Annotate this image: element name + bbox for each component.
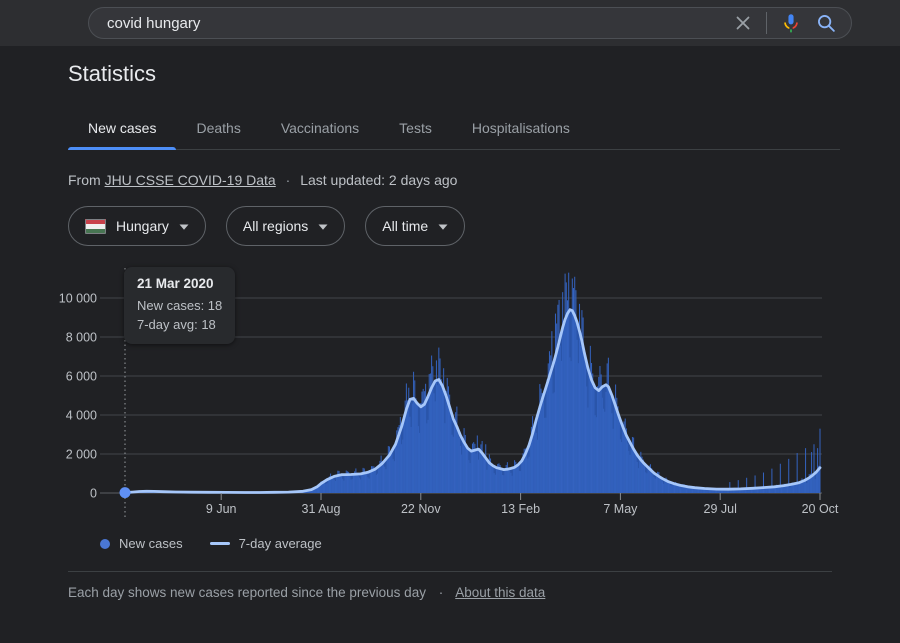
- chevron-down-icon: [438, 224, 448, 230]
- legend-item-new-cases: New cases: [100, 536, 183, 551]
- filter-chips: Hungary All regions All time: [68, 206, 900, 246]
- legend-line-icon: [210, 542, 230, 545]
- y-axis-label: 2 000: [66, 448, 97, 462]
- tab-tests[interactable]: Tests: [379, 106, 452, 149]
- legend-dot-icon: [100, 539, 110, 549]
- chevron-down-icon: [179, 224, 189, 230]
- chevron-down-icon: [318, 224, 328, 230]
- x-axis-label: 31 Aug: [302, 502, 341, 516]
- chart-footnote: Each day shows new cases reported since …: [68, 585, 900, 600]
- y-axis-label: 0: [90, 487, 97, 501]
- source-link[interactable]: JHU CSSE COVID-19 Data: [105, 172, 276, 188]
- y-axis-label: 10 000: [59, 292, 97, 306]
- footnote-separator: ·: [439, 585, 444, 600]
- tab-new-cases[interactable]: New cases: [68, 106, 176, 149]
- filter-chip-time[interactable]: All time: [365, 206, 465, 246]
- search-submit-button[interactable]: [815, 12, 837, 34]
- x-axis-label: 9 Jun: [206, 502, 237, 516]
- filter-chip-label: Hungary: [116, 218, 169, 234]
- close-icon: [733, 13, 753, 33]
- tab-hospitalisations[interactable]: Hospitalisations: [452, 106, 590, 149]
- footer-divider: [68, 571, 832, 572]
- about-this-data-link[interactable]: About this data: [455, 585, 545, 600]
- chart-section: 0 2 000 4 000 6 000 8 000 10 000 9 Jun 31 Aug 22…: [0, 254, 900, 526]
- new-cases-chart[interactable]: 0 2 000 4 000 6 000 8 000 10 000 9 Jun 31 Aug 22…: [0, 254, 900, 526]
- x-axis-label: 7 May: [603, 502, 638, 516]
- y-axis-label: 4 000: [66, 409, 97, 423]
- filter-chip-label: All time: [382, 218, 428, 234]
- search-input[interactable]: [107, 15, 733, 32]
- selected-point-dot: [120, 487, 131, 498]
- x-axis-label: 22 Nov: [401, 502, 441, 516]
- footnote-text: Each day shows new cases reported since …: [68, 585, 426, 600]
- legend-label: 7-day average: [239, 536, 322, 551]
- legend-item-7-day-average: 7-day average: [210, 536, 322, 551]
- x-axis-label: 20 Oct: [802, 502, 839, 516]
- search-header: [0, 0, 900, 46]
- source-attribution: From JHU CSSE COVID-19 Data · Last updat…: [68, 172, 900, 188]
- page-title: Statistics: [68, 60, 900, 88]
- tab-deaths[interactable]: Deaths: [176, 106, 260, 149]
- source-prefix: From: [68, 172, 101, 188]
- clear-search-button[interactable]: [733, 13, 753, 33]
- filter-chip-label: All regions: [243, 218, 308, 234]
- chart-legend: New cases 7-day average: [0, 536, 900, 551]
- tab-vaccinations[interactable]: Vaccinations: [261, 106, 379, 149]
- google-search-dark-page: { "search": { "query": "covid hungary" }…: [0, 0, 900, 643]
- microphone-icon: [780, 12, 802, 34]
- y-axis-label: 6 000: [66, 370, 97, 384]
- voice-search-button[interactable]: [780, 12, 802, 34]
- search-bar[interactable]: [88, 7, 852, 39]
- daily-new-cases-bars: [125, 273, 821, 494]
- source-separator: ·: [286, 172, 291, 188]
- filter-chip-country[interactable]: Hungary: [68, 206, 206, 246]
- searchbar-divider: [766, 12, 767, 34]
- x-axis-label: 13 Feb: [501, 502, 540, 516]
- x-axis-label: 29 Jul: [704, 502, 737, 516]
- y-axis-label: 8 000: [66, 331, 97, 345]
- filter-chip-regions[interactable]: All regions: [226, 206, 345, 246]
- stats-tabs: New casesDeathsVaccinationsTestsHospital…: [68, 106, 840, 150]
- legend-label: New cases: [119, 536, 183, 551]
- last-updated-text: Last updated: 2 days ago: [300, 172, 457, 188]
- hungary-flag-icon: [85, 219, 106, 234]
- search-icon: [815, 12, 837, 34]
